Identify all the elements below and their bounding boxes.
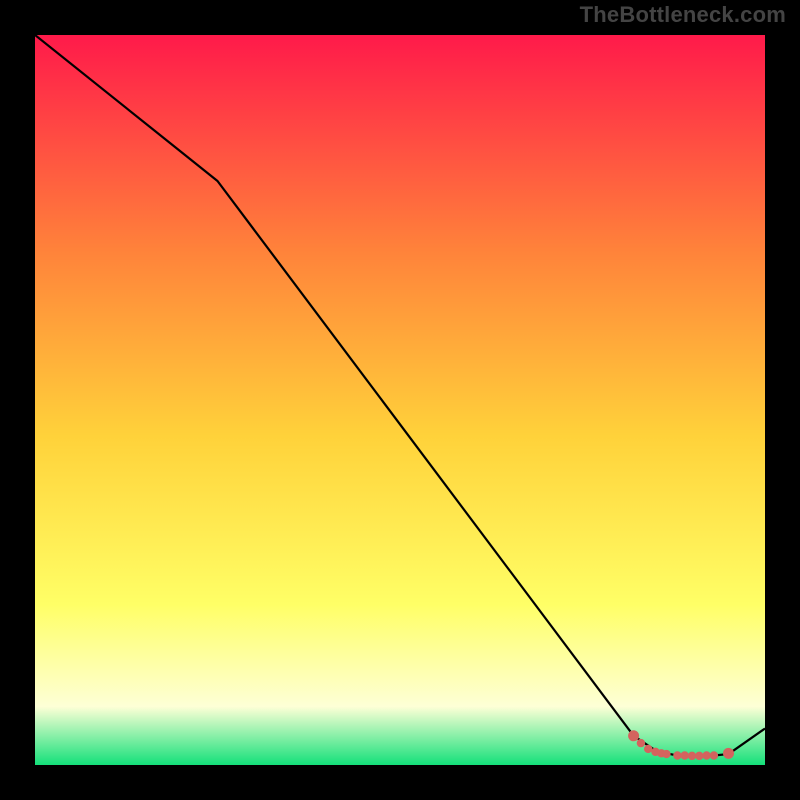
data-marker bbox=[637, 739, 645, 747]
chart-svg bbox=[35, 35, 765, 765]
data-marker bbox=[702, 751, 710, 759]
data-marker bbox=[644, 745, 652, 753]
chart-stage: TheBottleneck.com bbox=[0, 0, 800, 800]
data-marker bbox=[688, 752, 696, 760]
gradient-background bbox=[35, 35, 765, 765]
data-marker bbox=[662, 750, 670, 758]
plot-area bbox=[35, 35, 765, 765]
data-marker bbox=[628, 730, 639, 741]
data-marker bbox=[710, 751, 718, 759]
data-marker bbox=[695, 752, 703, 760]
data-marker bbox=[723, 748, 734, 759]
data-marker bbox=[681, 751, 689, 759]
data-marker bbox=[673, 751, 681, 759]
watermark-text: TheBottleneck.com bbox=[580, 2, 786, 28]
